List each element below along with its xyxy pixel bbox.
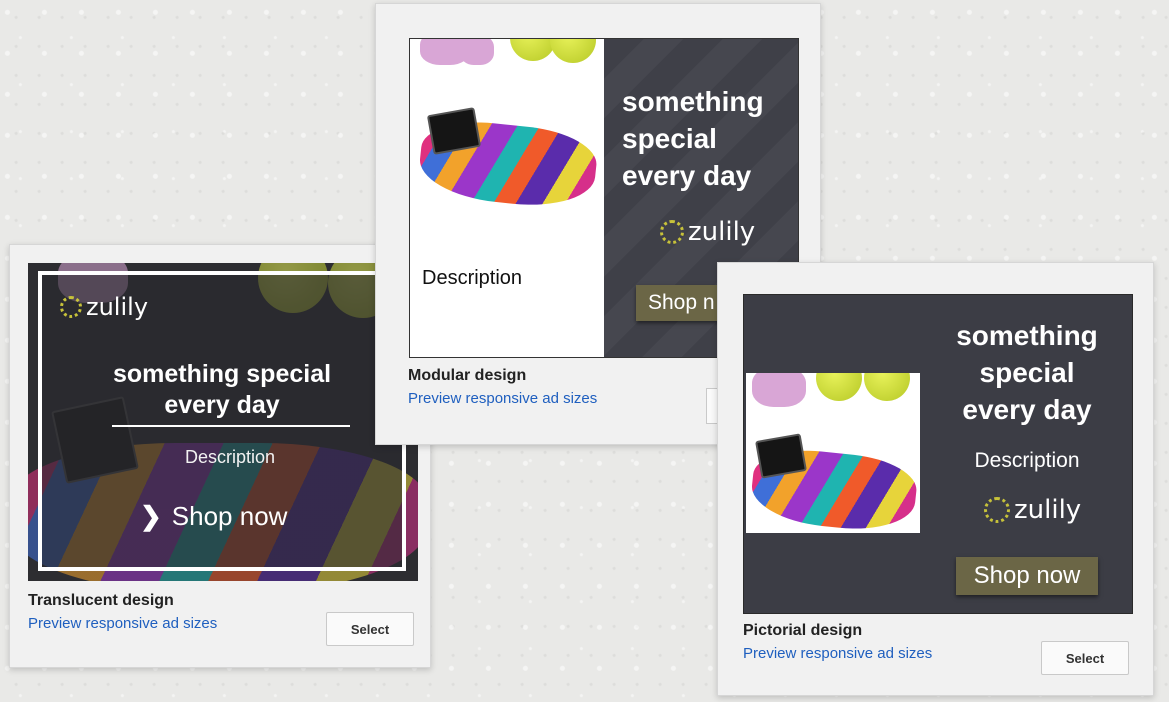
headline-divider	[112, 425, 350, 427]
zulily-flower-icon	[984, 497, 1010, 523]
preview-responsive-link[interactable]: Preview responsive ad sizes	[408, 390, 597, 407]
product-image	[746, 373, 920, 533]
ad-headline: something special every day	[622, 86, 764, 191]
zulily-logo: zulily	[984, 495, 1081, 525]
preview-responsive-link[interactable]: Preview responsive ad sizes	[743, 645, 932, 662]
select-button[interactable]: Select	[1041, 641, 1129, 675]
ad-description: Description	[974, 449, 1080, 472]
translucent-design-card: zulily something special every day Descr…	[9, 244, 431, 668]
translucent-overlay: zulily something special every day Descr…	[38, 271, 406, 571]
ad-headline: something special every day	[112, 360, 332, 419]
zulily-flower-icon	[60, 296, 82, 318]
preview-responsive-link[interactable]: Preview responsive ad sizes	[28, 615, 217, 632]
card-title: Translucent design	[28, 592, 174, 609]
card-title: Pictorial design	[743, 622, 863, 639]
shop-now-cta[interactable]: ❯ Shop now	[140, 501, 287, 532]
pictorial-design-card: something special every day Description …	[717, 262, 1154, 696]
zulily-logo: zulily	[60, 293, 148, 321]
zulily-flower-icon	[660, 220, 684, 244]
translucent-ad-preview: zulily something special every day Descr…	[28, 263, 418, 581]
card-title: Modular design	[408, 367, 527, 384]
select-button[interactable]: Select	[326, 612, 414, 646]
chevron-right-icon: ❯	[140, 501, 162, 531]
ad-description: Description	[422, 267, 523, 289]
ad-description: Description	[184, 447, 276, 467]
shop-now-cta[interactable]: Shop now	[956, 557, 1098, 595]
product-image	[410, 39, 604, 209]
zulily-logo: zulily	[660, 217, 755, 247]
pictorial-ad-preview: something special every day Description …	[743, 294, 1133, 614]
ad-headline: something special every day	[956, 320, 1098, 425]
